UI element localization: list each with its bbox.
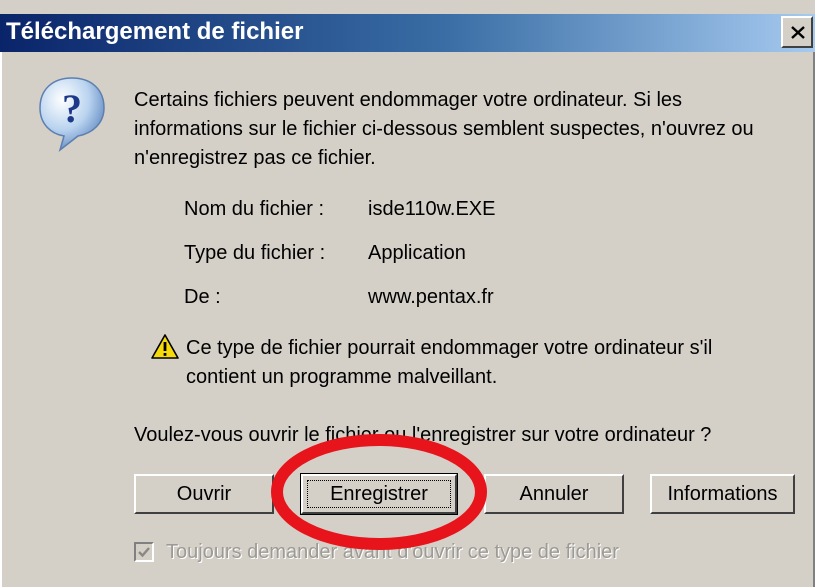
title-bar: Téléchargement de fichier bbox=[0, 14, 815, 52]
frame-left bbox=[0, 52, 2, 587]
file-type-value: Application bbox=[368, 242, 466, 264]
window-title: Téléchargement de fichier bbox=[6, 18, 304, 45]
always-ask-checkbox[interactable] bbox=[134, 542, 154, 562]
file-source-value: www.pentax.fr bbox=[368, 286, 494, 308]
cancel-button[interactable]: Annuler bbox=[484, 474, 624, 514]
open-button-label: Ouvrir bbox=[176, 482, 232, 505]
question-icon: ? bbox=[39, 77, 105, 153]
close-button[interactable] bbox=[781, 16, 813, 48]
more-info-button-label: Informations bbox=[667, 482, 778, 505]
save-button[interactable]: Enregistrer bbox=[300, 473, 458, 515]
always-ask-label: Toujours demander avant d'ouvrir ce type… bbox=[166, 541, 619, 563]
focus-rect bbox=[307, 480, 451, 508]
warning-icon bbox=[151, 334, 179, 359]
file-type-label: Type du fichier : bbox=[184, 242, 326, 264]
security-message: Certains fichiers peuvent endommager vot… bbox=[134, 89, 754, 169]
open-button[interactable]: Ouvrir bbox=[134, 474, 274, 514]
cancel-button-label: Annuler bbox=[519, 482, 589, 505]
checkmark-icon bbox=[138, 547, 150, 558]
warning-message: Ce type de fichier pourrait endommager v… bbox=[186, 337, 713, 388]
svg-text:?: ? bbox=[62, 86, 82, 131]
file-name-value: isde110w.EXE bbox=[368, 198, 496, 220]
download-question: Voulez-vous ouvrir le fichier ou l'enreg… bbox=[134, 424, 712, 446]
file-download-dialog: Téléchargement de fichier ? Certains fic… bbox=[0, 0, 815, 587]
more-info-button[interactable]: Informations bbox=[650, 474, 795, 514]
close-icon bbox=[791, 26, 805, 39]
file-name-label: Nom du fichier : bbox=[184, 198, 325, 220]
file-source-label: De : bbox=[184, 286, 221, 308]
